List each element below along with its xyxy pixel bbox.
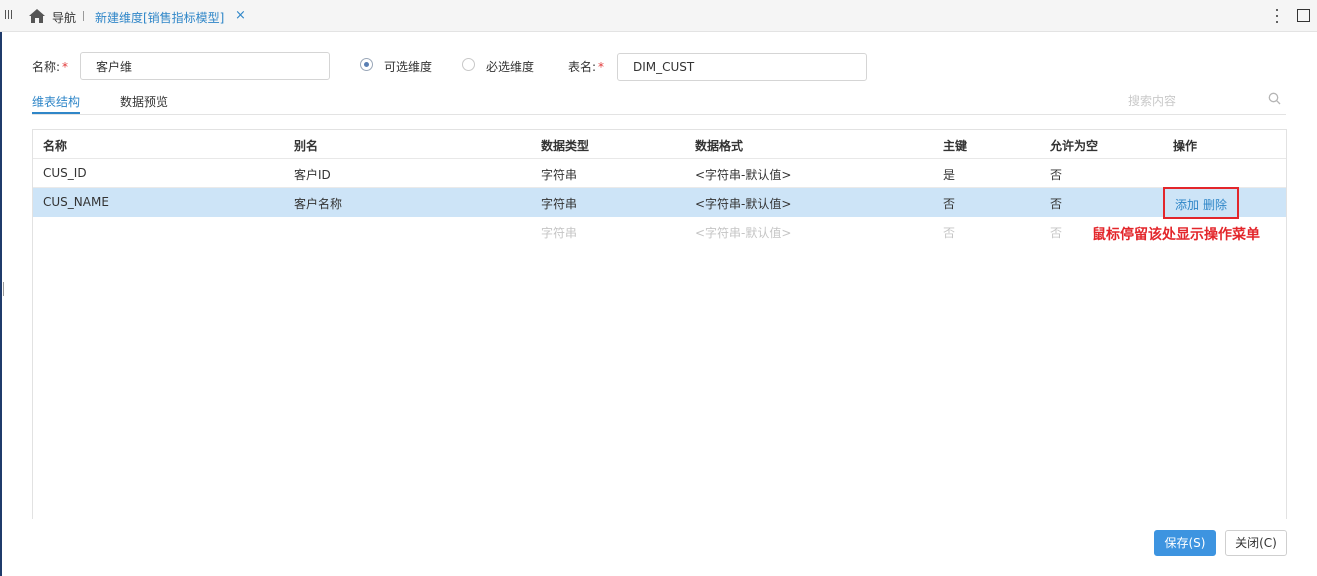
cell-nullable[interactable]: 否 [1050,224,1062,241]
menu-icon[interactable] [5,9,15,21]
add-row-button[interactable]: 添加 [1175,196,1199,213]
header-data-format[interactable]: 数据格式 [695,137,743,154]
cell-name[interactable]: CUS_NAME [43,195,109,209]
save-button[interactable]: 保存(S) [1154,530,1216,556]
tab-preview[interactable]: 数据预览 [120,93,168,110]
left-edge-bar [0,32,2,576]
radio-optional-label[interactable]: 可选维度 [384,58,432,75]
tab-structure[interactable]: 维表结构 [32,93,80,110]
header-data-type[interactable]: 数据类型 [541,137,589,154]
nav-label[interactable]: 导航 [52,9,76,26]
search-input[interactable]: 搜索内容 [1127,88,1285,112]
cell-primary-key[interactable]: 否 [943,195,955,212]
name-label: 名称: * [32,60,69,74]
nav-separator [83,11,84,21]
cell-data-format[interactable]: <字符串-默认值> [695,224,791,241]
cell-alias[interactable]: 客户ID [294,166,331,183]
table-row-selected[interactable]: CUS_NAME 客户名称 字符串 <字符串-默认值> 否 否 添加 删除 [33,187,1286,219]
radio-required-label[interactable]: 必选维度 [486,58,534,75]
row-actions-highlight: 添加 删除 [1163,187,1239,219]
more-vertical-icon[interactable] [1275,8,1279,24]
header-alias[interactable]: 别名 [294,137,318,154]
radio-required-dimension[interactable] [462,58,475,71]
cell-alias[interactable]: 客户名称 [294,195,342,212]
table-row[interactable]: CUS_ID 客户ID 字符串 <字符串-默认值> 是 否 [33,159,1286,188]
home-icon[interactable] [28,8,46,24]
cell-data-type[interactable]: 字符串 [541,224,577,241]
name-input[interactable] [80,52,330,80]
splitter-handle[interactable] [3,282,4,296]
header-nullable[interactable]: 允许为空 [1050,137,1098,154]
cell-data-format[interactable]: <字符串-默认值> [695,195,791,212]
cell-nullable[interactable]: 否 [1050,195,1062,212]
header-primary-key[interactable]: 主键 [943,137,967,154]
radio-optional-dimension[interactable] [360,58,373,71]
header-name[interactable]: 名称 [43,137,67,154]
table-name-input[interactable] [617,53,867,81]
tab-divider [32,114,1286,115]
cell-data-type[interactable]: 字符串 [541,166,577,183]
delete-row-button[interactable]: 删除 [1203,196,1227,213]
search-placeholder: 搜索内容 [1128,94,1177,108]
top-bar: 导航 新建维度[销售指标模型] × [0,0,1317,32]
dimension-table: 名称 别名 数据类型 数据格式 主键 允许为空 操作 CUS_ID 客户ID 字… [32,129,1287,519]
search-icon[interactable] [1268,92,1281,105]
cell-data-type[interactable]: 字符串 [541,195,577,212]
tab-title[interactable]: 新建维度[销售指标模型] [95,9,224,26]
tab-close-icon[interactable]: × [235,8,246,23]
cell-name[interactable]: CUS_ID [43,166,87,180]
cell-nullable[interactable]: 否 [1050,166,1062,183]
close-button[interactable]: 关闭(C) [1225,530,1287,556]
maximize-icon[interactable] [1297,9,1310,22]
header-actions: 操作 [1173,139,1198,153]
cell-data-format[interactable]: <字符串-默认值> [695,166,791,183]
cell-primary-key[interactable]: 否 [943,224,955,241]
table-header-row: 名称 别名 数据类型 数据格式 主键 允许为空 操作 [33,130,1286,159]
cell-primary-key[interactable]: 是 [943,166,955,183]
annotation-note: 鼠标停留该处显示操作菜单 [1092,227,1260,243]
table-name-label: 表名: * [568,60,605,74]
